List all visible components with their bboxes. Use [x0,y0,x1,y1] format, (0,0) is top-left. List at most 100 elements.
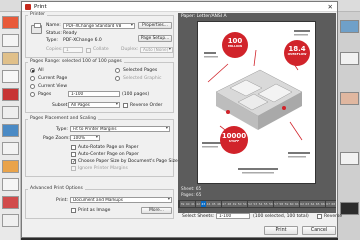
range-all-label: All [38,68,44,73]
status-value: Ready [63,31,77,36]
sheet-navigator-strip[interactable]: 39 40 41 42 43 44 45 46 47 48 49 50 51 52 53 54 55 56 57 58… [178,200,336,208]
range-selected-graphic-radio[interactable] [115,76,120,81]
properties-button[interactable]: Properties... [138,22,172,29]
more-button[interactable]: More... [141,207,172,214]
print-dialog: Print ✕ Printer Name: PDF-XChange Standa… [21,1,342,238]
print-what-label: Print: [56,198,68,203]
placement-title: Pages Placement and Scaling [28,116,99,121]
copies-input[interactable]: 1 [63,47,83,53]
range-pages-hint: (100 pages) [122,92,150,97]
advanced-title: Advanced Print Options [28,186,85,191]
background-page-thumb [2,70,19,83]
background-page-thumb [2,52,19,65]
pages-range-title: Pages Range: selected 100 of 100 pages [28,59,124,64]
pages-range-section: Pages Range: selected 100 of 100 pages A… [25,59,174,113]
range-pages-label: Pages [38,92,52,97]
background-page-thumb [2,196,19,209]
printer-section-title: Printer [28,12,47,17]
page-zoom-select[interactable]: 100% [70,135,100,141]
background-page-thumb [2,16,19,29]
collate-label: Collate [93,47,109,52]
page-info: Pages: 65 [181,192,202,197]
type-value: PDF-XChange 6.0 [63,38,102,43]
dialog-titlebar: Print ✕ [22,2,337,12]
background-thumbnail-panel [0,12,21,240]
ignore-margins-label: Ignore Printer Margins [78,166,128,171]
printer-name-select[interactable]: PDF-XChange Standard V8 [63,23,135,29]
placement-type-label: Type: [56,127,68,132]
printer-icon [31,23,42,34]
background-page-thumb [2,124,19,137]
duplex-select[interactable]: Auto (None) [140,47,173,53]
type-label: Type: [46,38,58,43]
auto-rotate-checkbox[interactable] [71,145,76,150]
auto-center-checkbox[interactable] [71,152,76,157]
background-side-panel [338,12,360,240]
background-page-thumb [2,178,19,191]
printer-name-label: Name: [46,23,61,28]
page-zoom-label: Page Zoom: [43,136,70,141]
background-page-thumb [340,152,359,165]
print-what-select[interactable]: Document and Markups [70,197,172,203]
reverse-sheets-label: Reverse [324,214,343,219]
range-pages-input[interactable]: 1-100 [68,91,120,97]
auto-rotate-label: Auto-Rotate Page on Paper [78,145,139,150]
stat-badge: 10000 STAFF [220,126,248,154]
range-pages-radio[interactable] [30,92,35,97]
background-page-thumb [340,52,359,65]
sheet-thumb[interactable]: 68 [330,201,336,207]
background-page-thumb [2,88,19,101]
reverse-sheets-checkbox[interactable] [317,214,322,219]
reverse-order-label: Reverse Order [130,103,163,108]
print-button[interactable]: Print [264,226,298,235]
page-setup-button[interactable]: Page Setup... [138,35,172,42]
subset-label: Subset: [52,103,69,108]
range-current-view-radio[interactable] [30,84,35,89]
ignore-margins-checkbox[interactable] [71,166,76,171]
select-sheets-input[interactable]: 1-100 [216,213,250,219]
background-page-thumb [340,92,359,105]
background-page-thumb [340,202,359,215]
auto-center-label: Auto-Center Page on Paper [78,152,139,157]
close-icon[interactable]: ✕ [328,3,333,11]
dialog-title: Print [34,4,47,10]
range-selected-pages-radio[interactable] [115,68,120,73]
range-current-page-label: Current Page [38,76,68,81]
collate-checkbox[interactable] [86,47,91,53]
duplex-label: Duplex: [121,47,139,52]
sheet-info: Sheet: 65 [181,186,202,191]
print-as-image-checkbox[interactable] [71,208,76,213]
select-sheets-hint: (100 selected, 100 total) [253,214,309,219]
print-preview: Paper: Letter/ANSI A 100 MILLION 18.4 OV… [178,13,336,213]
stat-badge-caption: OVERFLOW [287,52,307,56]
background-page-thumb [2,214,19,227]
stat-badge: 100 MILLION [222,32,248,58]
print-as-image-label: Print as Image [78,208,111,213]
cancel-button[interactable]: Cancel [302,226,336,235]
stat-badge: 18.4 OVERFLOW [284,40,310,66]
subset-select[interactable]: All Pages [68,102,120,108]
choose-paper-checkbox[interactable] [71,159,76,165]
status-label: Status: [46,31,62,36]
app-icon [25,4,31,10]
choose-paper-label: Choose Paper Size by Document's Page Siz… [78,159,178,164]
preview-page: 100 MILLION 18.4 OVERFLOW 10000 STAFF [197,21,316,184]
background-page-thumb [340,20,359,33]
placement-type-select[interactable]: Fit to Printer Margins [70,126,170,132]
printer-section: Printer Name: PDF-XChange Standard V8 Pr… [25,12,174,58]
paper-size-label: Paper: Letter/ANSI A [181,14,227,19]
advanced-section: Advanced Print Options Print: Document a… [25,186,174,219]
background-page-thumb [2,106,19,119]
background-page-thumb [2,142,19,155]
stat-badge-caption: MILLION [227,44,243,48]
range-all-radio[interactable] [30,68,35,73]
select-sheets-label: Select Sheets: [182,214,215,219]
reverse-order-checkbox[interactable] [123,103,128,108]
copies-label: Copies: [46,47,63,52]
range-selected-graphic-label: Selected Graphic [123,76,162,81]
stat-badge-caption: STAFF [228,139,240,143]
range-current-page-radio[interactable] [30,76,35,81]
range-selected-pages-label: Selected Pages [123,68,158,73]
range-current-view-label: Current View [38,84,68,89]
background-page-thumb [2,34,19,47]
